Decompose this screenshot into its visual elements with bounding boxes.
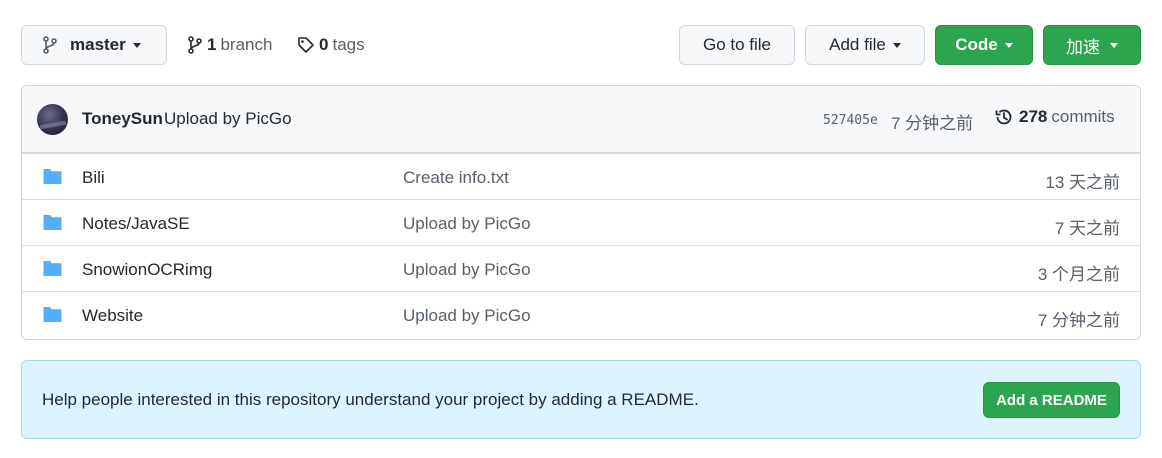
- commit-count-label: commits: [1051, 107, 1115, 126]
- git-branch-icon: [43, 36, 57, 54]
- commit-sha[interactable]: 527405e: [823, 113, 878, 128]
- file-age: 3 个月之前: [1037, 265, 1120, 284]
- file-row[interactable]: SnowionOCRimg Upload by PicGo 3 个月之前: [22, 245, 1140, 291]
- chevron-down-icon: [132, 42, 141, 48]
- commits-link[interactable]: 278 commits: [994, 107, 1115, 127]
- file-age: 13 天之前: [1045, 173, 1120, 192]
- branches-link[interactable]: 1 branch: [187, 25, 272, 65]
- commit-count: 278: [1019, 107, 1048, 126]
- file-commit-message[interactable]: Upload by PicGo: [403, 260, 531, 280]
- tag-label: tags: [332, 35, 365, 54]
- add-file-label: Add file: [829, 35, 886, 54]
- go-to-file-button[interactable]: Go to file: [679, 25, 795, 65]
- branch-count: 1: [207, 35, 217, 54]
- avatar[interactable]: [37, 104, 68, 135]
- commit-author[interactable]: ToneySun: [82, 109, 163, 129]
- file-age: 7 天之前: [1054, 219, 1120, 238]
- file-age: 7 分钟之前: [1037, 311, 1120, 330]
- file-name[interactable]: Notes/JavaSE: [82, 214, 190, 234]
- commit-message[interactable]: Upload by PicGo: [164, 109, 292, 129]
- file-commit-message[interactable]: Upload by PicGo: [403, 306, 531, 326]
- file-list: ToneySun Upload by PicGo 527405e 7 分钟之前 …: [21, 85, 1141, 340]
- readme-prompt: Help people interested in this repositor…: [21, 360, 1141, 439]
- folder-icon: [43, 261, 62, 276]
- folder-icon: [43, 169, 62, 184]
- accelerate-label: 加速: [1066, 37, 1100, 57]
- chevron-down-icon: [892, 42, 901, 48]
- code-label: Code: [955, 35, 998, 54]
- readme-prompt-text: Help people interested in this repositor…: [42, 390, 699, 409]
- tags-link[interactable]: 0 tags: [297, 25, 365, 65]
- file-commit-message[interactable]: Create info.txt: [403, 168, 509, 188]
- file-row[interactable]: Website Upload by PicGo 7 分钟之前: [22, 291, 1140, 337]
- commit-time: 7 分钟之前: [891, 114, 974, 133]
- tag-count: 0: [319, 35, 329, 54]
- latest-commit-bar: ToneySun Upload by PicGo 527405e 7 分钟之前 …: [22, 86, 1140, 153]
- chevron-down-icon: [1004, 42, 1013, 48]
- folder-icon: [43, 215, 62, 230]
- file-commit-message[interactable]: Upload by PicGo: [403, 214, 531, 234]
- file-name[interactable]: Website: [82, 306, 143, 326]
- code-button[interactable]: Code: [935, 25, 1033, 65]
- file-name[interactable]: SnowionOCRimg: [82, 260, 212, 280]
- branch-select-button[interactable]: master: [21, 25, 167, 65]
- accelerate-button[interactable]: 加速: [1043, 25, 1141, 65]
- go-to-file-label: Go to file: [702, 35, 772, 54]
- file-row[interactable]: Bili Create info.txt 13 天之前: [22, 153, 1140, 199]
- branch-label: branch: [220, 35, 273, 54]
- file-name[interactable]: Bili: [82, 168, 105, 188]
- repo-toolbar: master 1 branch 0 tags Go to file Add fi…: [21, 25, 1141, 65]
- file-row[interactable]: Notes/JavaSE Upload by PicGo 7 天之前: [22, 199, 1140, 245]
- git-branch-icon: [188, 36, 202, 54]
- chevron-down-icon: [1110, 42, 1118, 48]
- history-icon: [995, 109, 1012, 125]
- add-readme-button[interactable]: Add a README: [983, 382, 1120, 418]
- add-file-button[interactable]: Add file: [805, 25, 925, 65]
- folder-icon: [43, 307, 62, 322]
- tag-icon: [298, 37, 314, 53]
- branch-name: master: [70, 35, 126, 54]
